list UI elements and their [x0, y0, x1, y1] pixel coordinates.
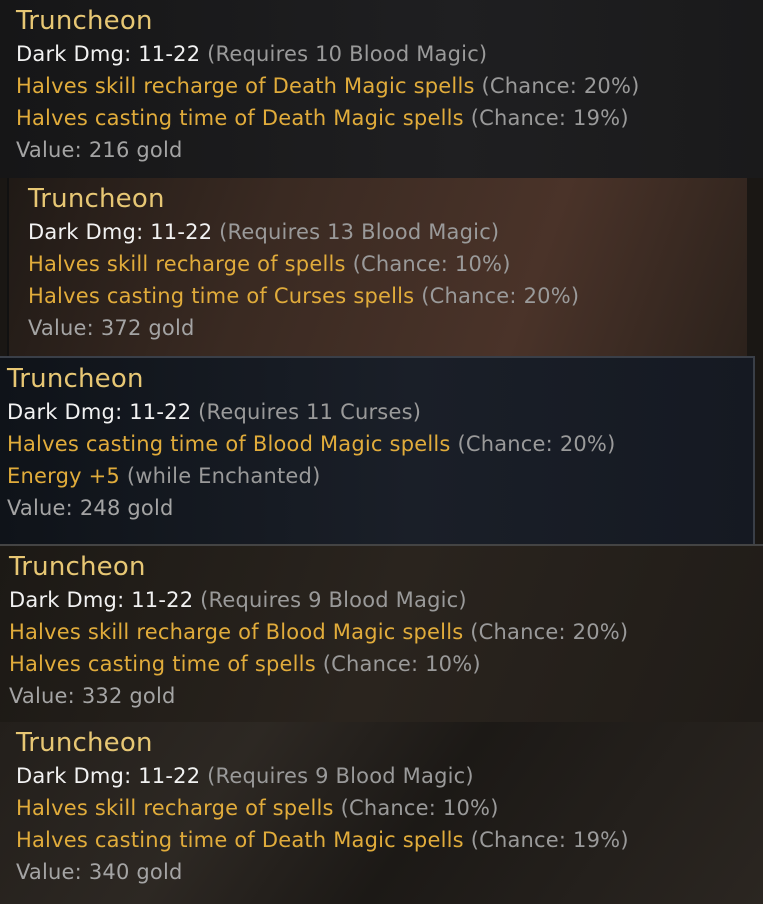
modifier-text: Halves skill recharge of Blood Magic spe…: [9, 620, 464, 644]
item-name: Truncheon: [7, 364, 144, 394]
requirement: (Requires 10 Blood Magic): [207, 42, 488, 66]
damage-label: Dark Dmg:: [16, 42, 132, 66]
modifier-line-2: Halves casting time of spells (Chance: 1…: [9, 648, 763, 680]
damage-value: 11-22: [150, 220, 213, 244]
modifier-line-1: Halves casting time of Blood Magic spell…: [7, 428, 753, 460]
damage-label: Dark Dmg:: [9, 588, 125, 612]
modifier-line-2: Halves casting time of Death Magic spell…: [16, 824, 763, 856]
item-value: Value: 332 gold: [9, 684, 176, 708]
item-tooltip-4: Truncheon Dark Dmg: 11-22 (Requires 9 Bl…: [0, 544, 763, 722]
damage-label: Dark Dmg:: [28, 220, 144, 244]
damage-line: Dark Dmg: 11-22 (Requires 10 Blood Magic…: [16, 38, 763, 70]
item-value: Value: 248 gold: [7, 496, 174, 520]
modifier-text: Halves casting time of Curses spells: [28, 284, 415, 308]
item-tooltip-2: Truncheon Dark Dmg: 11-22 (Requires 13 B…: [7, 178, 747, 356]
damage-line: Dark Dmg: 11-22 (Requires 9 Blood Magic): [9, 584, 763, 616]
damage-line: Dark Dmg: 11-22 (Requires 9 Blood Magic): [16, 760, 763, 792]
modifier-chance: (Chance: 10%): [322, 652, 481, 676]
modifier-chance: (Chance: 20%): [457, 432, 616, 456]
modifier-line-1: Halves skill recharge of spells (Chance:…: [16, 792, 763, 824]
modifier-text: Halves casting time of spells: [9, 652, 316, 676]
modifier-line-2: Halves casting time of Curses spells (Ch…: [28, 280, 747, 312]
damage-value: 11-22: [138, 764, 201, 788]
modifier-text: Halves casting time of Death Magic spell…: [16, 828, 464, 852]
item-name: Truncheon: [16, 6, 153, 36]
modifier-text: Halves skill recharge of spells: [16, 796, 334, 820]
modifier-chance: (Chance: 20%): [470, 620, 629, 644]
modifier-text: Halves casting time of Blood Magic spell…: [7, 432, 451, 456]
damage-value: 11-22: [129, 400, 192, 424]
damage-value: 11-22: [138, 42, 201, 66]
modifier-chance: (Chance: 20%): [481, 74, 640, 98]
modifier-text: Halves skill recharge of Death Magic spe…: [16, 74, 475, 98]
item-value: Value: 216 gold: [16, 138, 183, 162]
modifier-line-1: Halves skill recharge of spells (Chance:…: [28, 248, 747, 280]
modifier-line-2: Energy +5 (while Enchanted): [7, 460, 753, 492]
modifier-chance: (Chance: 20%): [421, 284, 580, 308]
modifier-chance: (Chance: 19%): [470, 828, 629, 852]
item-tooltip-3: Truncheon Dark Dmg: 11-22 (Requires 11 C…: [0, 356, 755, 544]
item-value: Value: 340 gold: [16, 860, 183, 884]
modifier-text: Halves skill recharge of spells: [28, 252, 346, 276]
item-name: Truncheon: [9, 552, 146, 582]
modifier-line-1: Halves skill recharge of Blood Magic spe…: [9, 616, 763, 648]
modifier-line-2: Halves casting time of Death Magic spell…: [16, 102, 763, 134]
damage-label: Dark Dmg:: [7, 400, 123, 424]
damage-line: Dark Dmg: 11-22 (Requires 13 Blood Magic…: [28, 216, 747, 248]
modifier-chance: (Chance: 19%): [470, 106, 629, 130]
requirement: (Requires 9 Blood Magic): [200, 588, 467, 612]
modifier-chance: (Chance: 10%): [340, 796, 499, 820]
item-value: Value: 372 gold: [28, 316, 195, 340]
modifier-condition: (while Enchanted): [126, 464, 321, 488]
modifier-line-1: Halves skill recharge of Death Magic spe…: [16, 70, 763, 102]
item-name: Truncheon: [28, 184, 165, 214]
requirement: (Requires 11 Curses): [198, 400, 422, 424]
damage-label: Dark Dmg:: [16, 764, 132, 788]
modifier-chance: (Chance: 10%): [352, 252, 511, 276]
requirement: (Requires 9 Blood Magic): [207, 764, 474, 788]
item-tooltip-5: Truncheon Dark Dmg: 11-22 (Requires 9 Bl…: [0, 722, 763, 904]
requirement: (Requires 13 Blood Magic): [219, 220, 500, 244]
damage-line: Dark Dmg: 11-22 (Requires 11 Curses): [7, 396, 753, 428]
damage-value: 11-22: [131, 588, 194, 612]
modifier-text: Energy +5: [7, 464, 120, 488]
item-name: Truncheon: [16, 728, 153, 758]
item-tooltip-1: Truncheon Dark Dmg: 11-22 (Requires 10 B…: [0, 0, 763, 178]
modifier-text: Halves casting time of Death Magic spell…: [16, 106, 464, 130]
